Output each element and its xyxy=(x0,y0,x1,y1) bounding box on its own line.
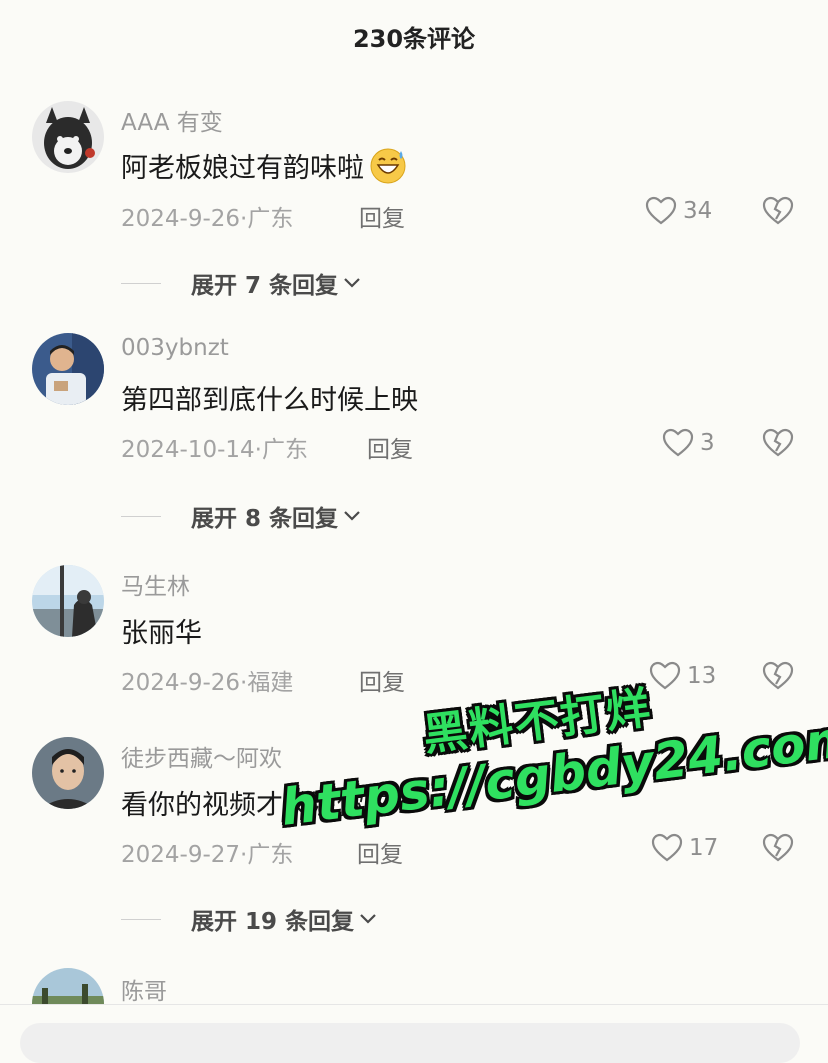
reply-button[interactable]: 回复 xyxy=(359,663,405,697)
expand-replies-button[interactable]: 展开 7 条回复 xyxy=(121,266,362,300)
broken-heart-icon[interactable] xyxy=(762,196,794,226)
expand-replies-label: 展开 8 条回复 xyxy=(191,506,339,532)
username[interactable]: 陈哥 xyxy=(121,972,167,1006)
expand-replies-label: 展开 7 条回复 xyxy=(191,273,339,299)
reply-button[interactable]: 回复 xyxy=(367,430,413,464)
avatar[interactable] xyxy=(32,565,104,637)
watermark: 黑料不打烊 https://cgbdy24.com xyxy=(268,634,828,869)
expand-replies-button[interactable]: 展开 19 条回复 xyxy=(121,902,378,936)
comment-date: 2024-9-27 xyxy=(121,842,241,868)
comments-count-title: 230条评论 xyxy=(352,25,476,53)
comment-meta: 2024-9-26·福建 xyxy=(121,670,294,696)
chevron-down-icon xyxy=(360,914,376,924)
watermark-title: 黑料不打烊 xyxy=(420,682,655,762)
like-count: 13 xyxy=(687,663,717,689)
heart-outline-icon xyxy=(662,428,694,457)
comment-meta: 2024-9-26·广东 xyxy=(121,206,294,232)
comment-text: 阿老板娘过有韵味啦 xyxy=(121,145,408,185)
username[interactable]: 003ybnzt xyxy=(121,335,229,361)
heart-outline-icon xyxy=(651,833,683,862)
grinning-sweat-emoji-icon xyxy=(370,148,406,184)
like-button[interactable]: 3 xyxy=(662,428,715,458)
comment-location: 广东 xyxy=(247,206,294,232)
comment-location: 广东 xyxy=(261,437,308,463)
comment-text-body: 阿老板娘过有韵味啦 xyxy=(121,153,364,184)
expand-replies-label: 展开 19 条回复 xyxy=(191,909,355,935)
comment-date: 2024-9-26 xyxy=(121,206,241,232)
comment-meta: 2024-9-27·广东 xyxy=(121,842,294,868)
broken-heart-icon[interactable] xyxy=(762,428,794,458)
comment-date: 2024-10-14 xyxy=(121,437,255,463)
comment-location: 福建 xyxy=(247,670,294,696)
divider xyxy=(121,515,161,517)
comment-text: 看你的视频才关注你的 xyxy=(121,790,391,821)
expand-replies-button[interactable]: 展开 8 条回复 xyxy=(121,499,362,533)
comment-text: 第四部到底什么时候上映 xyxy=(121,385,418,416)
comment-text: 张丽华 xyxy=(121,618,202,649)
reply-button[interactable]: 回复 xyxy=(359,199,405,233)
reply-button[interactable]: 回复 xyxy=(357,835,403,869)
heart-outline-icon xyxy=(645,196,677,225)
comment-input[interactable] xyxy=(20,1023,800,1063)
broken-heart-icon[interactable] xyxy=(762,661,794,691)
avatar[interactable] xyxy=(32,333,104,405)
like-count: 17 xyxy=(689,835,719,861)
like-button[interactable]: 13 xyxy=(649,661,716,691)
username[interactable]: 马生林 xyxy=(121,567,190,601)
username[interactable]: AAA 有变 xyxy=(121,103,223,137)
comment-date: 2024-9-26 xyxy=(121,670,241,696)
divider xyxy=(121,918,161,920)
avatar[interactable] xyxy=(32,101,104,173)
like-count: 34 xyxy=(683,198,713,224)
heart-outline-icon xyxy=(649,661,681,690)
like-button[interactable]: 34 xyxy=(645,196,712,226)
chevron-down-icon xyxy=(344,278,360,288)
like-button[interactable]: 17 xyxy=(651,833,718,863)
comment-meta: 2024-10-14·广东 xyxy=(121,437,308,463)
username[interactable]: 徒步西藏～阿欢 xyxy=(121,739,282,773)
bottom-bar xyxy=(0,1004,828,1063)
comment-location: 广东 xyxy=(247,842,294,868)
broken-heart-icon[interactable] xyxy=(762,833,794,863)
chevron-down-icon xyxy=(344,511,360,521)
divider xyxy=(121,282,161,284)
avatar[interactable] xyxy=(32,737,104,809)
like-count: 3 xyxy=(700,430,715,456)
